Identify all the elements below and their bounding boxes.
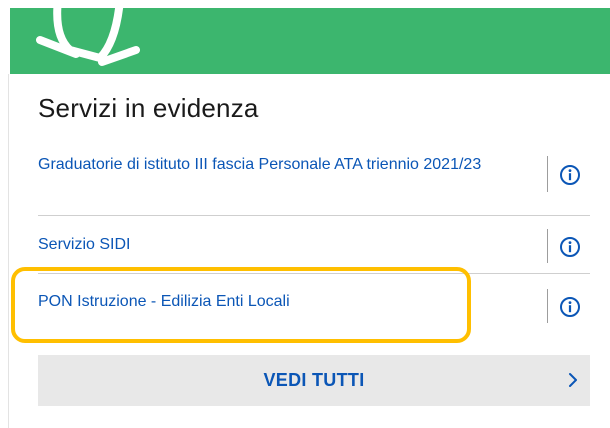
info-circle-icon[interactable]	[559, 236, 581, 258]
left-border-line	[8, 74, 9, 428]
list-item: Servizio SIDI	[38, 216, 590, 274]
service-link-graduatorie[interactable]: Graduatorie di istituto III fascia Perso…	[38, 155, 508, 175]
info-circle-icon[interactable]	[559, 296, 581, 318]
page: Servizi in evidenza Graduatorie di istit…	[0, 0, 610, 428]
section-title: Servizi in evidenza	[38, 93, 259, 123]
vertical-divider	[547, 229, 548, 263]
see-all-label: VEDI TUTTI	[263, 370, 365, 390]
bell-icon	[36, 8, 140, 66]
list-item: PON Istruzione - Edilizia Enti Locali	[38, 274, 590, 337]
vertical-divider	[547, 156, 548, 192]
info-circle-icon[interactable]	[559, 164, 581, 186]
services-list: Graduatorie di istituto III fascia Perso…	[38, 142, 590, 337]
service-link-pon[interactable]: PON Istruzione - Edilizia Enti Locali	[38, 292, 508, 312]
top-banner	[10, 8, 610, 74]
vertical-divider	[547, 289, 548, 323]
service-link-sidi[interactable]: Servizio SIDI	[38, 235, 508, 255]
see-all-button[interactable]: VEDI TUTTI	[38, 355, 590, 406]
chevron-right-icon	[569, 373, 577, 387]
list-item: Graduatorie di istituto III fascia Perso…	[38, 142, 590, 216]
